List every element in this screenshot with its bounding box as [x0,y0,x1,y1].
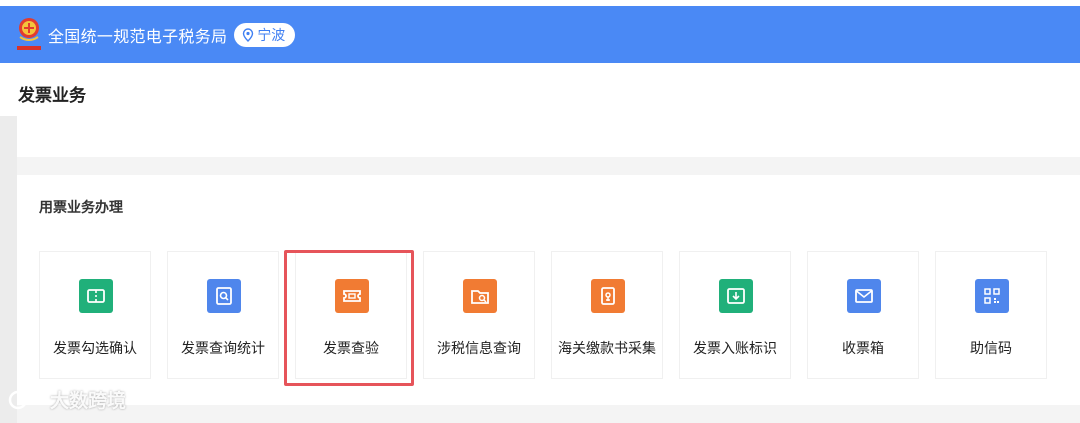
tile-label: 海关缴款书采集 [558,341,656,357]
inbox-download-icon [719,279,753,313]
tile-label: 收票箱 [842,341,884,357]
tile-label: 发票勾选确认 [53,341,137,357]
ticket-verify-icon [335,279,369,313]
app-title: 全国统一规范电子税务局 [48,26,228,46]
watermark-logo-icon [8,389,45,409]
ticket-check-icon [79,279,113,313]
customs-doc-icon [591,279,625,313]
tile-invoice-inbox[interactable]: 收票箱 [807,251,919,379]
page-title: 发票业务 [18,86,86,106]
top-card [17,116,1080,157]
qr-code-icon [975,279,1009,313]
tile-tax-info-query[interactable]: 涉税信息查询 [423,251,535,379]
tile-label: 助信码 [970,341,1012,357]
section-title: 用票业务办理 [39,200,123,216]
watermark-text: 大数跨境 [50,390,127,412]
tile-label: 涉税信息查询 [437,341,521,357]
tile-customs-payment-collect[interactable]: 海关缴款书采集 [551,251,663,379]
tile-invoice-query-stats[interactable]: 发票查询统计 [167,251,279,379]
folder-search-icon [463,279,497,313]
tile-label: 发票入账标识 [693,341,777,357]
tile-label: 发票查询统计 [181,341,265,357]
location-label: 宁波 [257,27,286,44]
tile-invoice-verify[interactable]: 发票查验 [295,251,407,379]
tile-invoice-select-confirm[interactable]: 发票勾选确认 [39,251,151,379]
watermark: 大数跨境 [8,386,126,413]
mail-icon [847,279,881,313]
tax-emblem-icon[interactable] [14,15,44,55]
document-search-icon [207,279,241,313]
invoice-services-card: 用票业务办理 发票勾选确认 发票查询统计 发票查验 涉税信息查询 海关缴款书采集 [17,175,1080,405]
page-title-bar: 发票业务 [0,63,1080,116]
app-header: 全国统一规范电子税务局 宁波 [0,6,1080,63]
tile-label: 发票查验 [323,341,379,357]
location-pin-icon [243,27,254,42]
left-gutter [0,116,17,423]
tile-assist-code[interactable]: 助信码 [935,251,1047,379]
tile-invoice-account-mark[interactable]: 发票入账标识 [679,251,791,379]
location-selector[interactable]: 宁波 [234,22,296,47]
